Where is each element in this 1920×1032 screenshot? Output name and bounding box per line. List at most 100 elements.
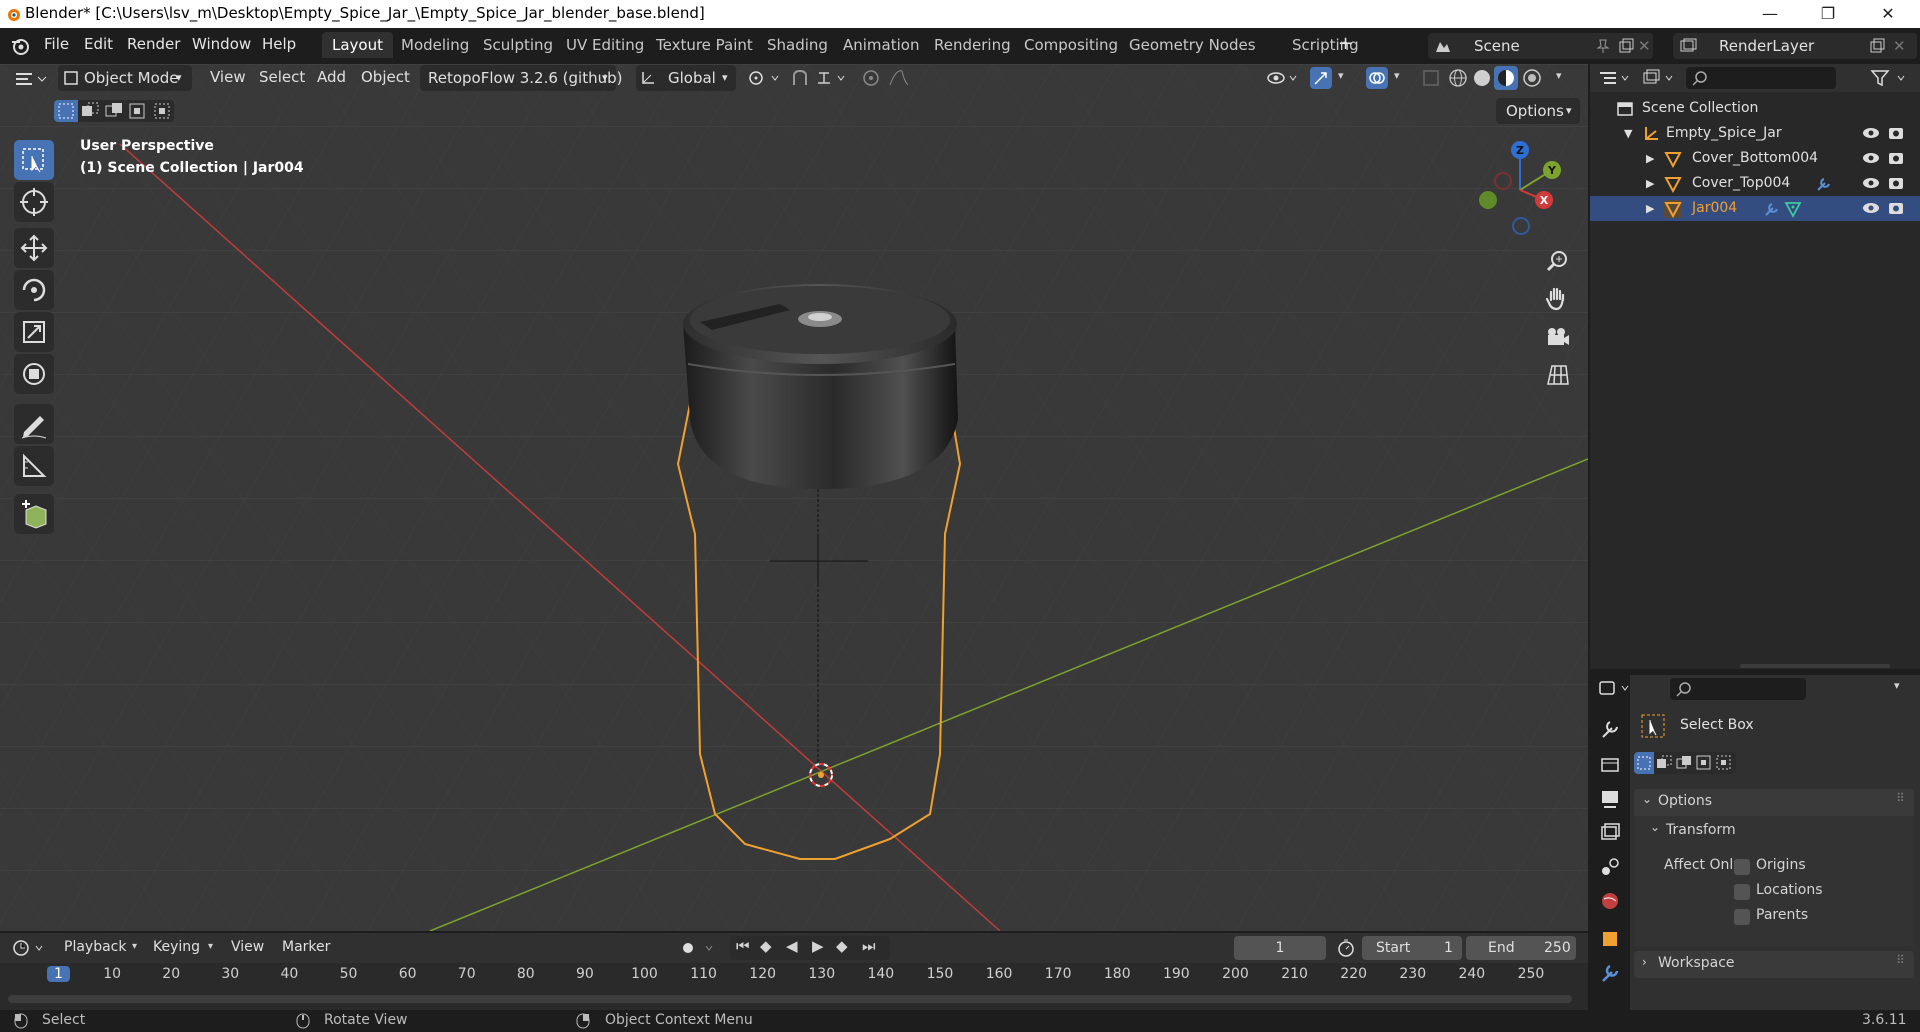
- jump-keyframe-forward-icon[interactable]: ◆: [836, 937, 848, 955]
- select-invert-icon[interactable]: [126, 100, 150, 122]
- expand-arrow-icon[interactable]: ▶: [1646, 171, 1654, 196]
- locations-checkbox[interactable]: [1734, 884, 1750, 900]
- eye-icon[interactable]: [1862, 151, 1880, 165]
- expand-arrow-icon[interactable]: ▶: [1646, 146, 1654, 171]
- object-properties-tab-icon[interactable]: [1596, 925, 1624, 953]
- blender-menu-icon[interactable]: [10, 36, 30, 56]
- eye-icon[interactable]: [1862, 176, 1880, 190]
- collapse-arrow-icon[interactable]: ▼: [1624, 121, 1632, 146]
- gizmo-toggle-button[interactable]: [1310, 67, 1332, 89]
- camera-render-icon[interactable]: [1888, 125, 1904, 141]
- wrench-modifier-icon[interactable]: [1762, 200, 1780, 218]
- xray-icon[interactable]: [1422, 69, 1440, 87]
- outliner-editor-type-icon[interactable]: [1598, 69, 1632, 87]
- delete-view-layer-icon[interactable]: ✕: [1893, 33, 1906, 59]
- timeline-editor-type-icon[interactable]: [12, 939, 48, 957]
- maximize-button[interactable]: ❐: [1800, 0, 1856, 28]
- minimize-button[interactable]: —: [1742, 0, 1798, 28]
- menu-timeline-view[interactable]: View: [231, 939, 264, 955]
- tool-select-box[interactable]: [14, 140, 54, 180]
- editor-type-icon[interactable]: [14, 70, 48, 88]
- outliner-item-cover-bottom[interactable]: ▶ Cover_Bottom004: [1590, 146, 1920, 171]
- select-new-button[interactable]: [1634, 752, 1654, 774]
- tool-rotate[interactable]: [14, 270, 54, 310]
- camera-view-button[interactable]: [1540, 320, 1574, 354]
- jump-to-end-icon[interactable]: ⏭: [862, 937, 876, 955]
- eye-icon[interactable]: [1862, 126, 1880, 140]
- outliner-item-jar[interactable]: ▶ Jar004: [1590, 196, 1920, 221]
- visibility-icon[interactable]: [1266, 69, 1300, 87]
- keyframe-record-icon[interactable]: [678, 939, 718, 957]
- stopwatch-icon[interactable]: [1336, 938, 1356, 958]
- mesh-data-icon[interactable]: [1784, 200, 1802, 218]
- tool-properties-tab-icon[interactable]: [1596, 715, 1624, 743]
- view-layer-selector[interactable]: RenderLayer ✕: [1673, 33, 1917, 59]
- modifier-properties-tab-icon[interactable]: [1596, 959, 1624, 987]
- menu-keying[interactable]: Keying: [153, 939, 200, 955]
- tab-shading[interactable]: Shading: [757, 32, 838, 58]
- snap-icon[interactable]: [790, 69, 810, 87]
- tab-modeling[interactable]: Modeling: [391, 32, 479, 58]
- outliner-item-cover-top[interactable]: ▶ Cover_Top004: [1590, 171, 1920, 196]
- proportional-editing-icon[interactable]: [862, 69, 880, 87]
- select-subtract-icon[interactable]: [102, 100, 126, 122]
- outliner-search-input[interactable]: [1686, 67, 1836, 89]
- retopoflow-menu[interactable]: RetopoFlow 3.2.6 (github) ▾: [420, 65, 623, 91]
- menu-marker[interactable]: Marker: [282, 939, 330, 955]
- tab-compositing[interactable]: Compositing: [1014, 32, 1128, 58]
- camera-render-icon[interactable]: [1888, 175, 1904, 191]
- pivot-point-icon[interactable]: [746, 69, 782, 87]
- snap-target-icon[interactable]: [816, 69, 850, 87]
- scene-properties-tab-icon[interactable]: [1596, 853, 1624, 881]
- timeline-track-area[interactable]: 1 10 20 30 40 50 60 70 80 90 100 110 120 130 140 150 160…: [0, 963, 1588, 1010]
- frame-ruler[interactable]: 1 10 20 30 40 50 60 70 80 90 100 110 120 130 140 150 160…: [0, 963, 1588, 987]
- menu-view[interactable]: View: [210, 68, 246, 86]
- drag-handle-icon[interactable]: ⠿: [1896, 953, 1905, 967]
- tab-layout[interactable]: Layout: [322, 32, 393, 58]
- drag-handle-icon[interactable]: ⠿: [1896, 791, 1905, 805]
- add-workspace-button[interactable]: +: [1338, 33, 1353, 54]
- parents-checkbox[interactable]: [1734, 909, 1750, 925]
- navigation-gizmo[interactable]: Z Y X: [1470, 140, 1570, 240]
- material-preview-button[interactable]: [1494, 66, 1518, 90]
- menu-select[interactable]: Select: [259, 68, 305, 86]
- select-extend-icon[interactable]: [1654, 752, 1674, 774]
- tab-rendering[interactable]: Rendering: [924, 32, 1021, 58]
- falloff-icon[interactable]: [888, 69, 920, 87]
- menu-playback[interactable]: Playback: [64, 939, 126, 955]
- zoom-button[interactable]: [1540, 244, 1574, 278]
- world-properties-tab-icon[interactable]: [1596, 887, 1624, 915]
- tool-add-cube[interactable]: [14, 494, 54, 534]
- properties-editor-type-icon[interactable]: [1598, 679, 1632, 697]
- start-frame-field[interactable]: Start 1: [1362, 936, 1462, 960]
- mode-selector[interactable]: Object Mode ▾: [58, 65, 192, 91]
- expand-arrow-icon[interactable]: ▶: [1646, 196, 1654, 221]
- new-view-layer-icon[interactable]: [1869, 38, 1885, 54]
- play-reverse-icon[interactable]: ◀: [786, 937, 798, 955]
- 3d-viewport[interactable]: Object Mode ▾ View Select Add Object Ret…: [0, 64, 1588, 931]
- timeline-scrollbar[interactable]: [8, 995, 1572, 1003]
- select-subtract-icon[interactable]: [1674, 752, 1694, 774]
- tool-cursor[interactable]: [14, 182, 54, 222]
- chevron-down-icon[interactable]: ▾: [1394, 69, 1400, 82]
- properties-search-input[interactable]: [1670, 678, 1806, 700]
- menu-window[interactable]: Window: [192, 35, 251, 53]
- menu-edit[interactable]: Edit: [84, 35, 113, 53]
- overlay-toggle-button[interactable]: [1366, 67, 1388, 89]
- display-mode-icon[interactable]: [1642, 69, 1676, 87]
- menu-add[interactable]: Add: [317, 68, 346, 86]
- select-intersect-icon[interactable]: [1714, 752, 1734, 774]
- menu-object[interactable]: Object: [361, 68, 410, 86]
- view-layer-properties-tab-icon[interactable]: [1596, 819, 1624, 847]
- transform-orientation-selector[interactable]: Global ▾: [636, 65, 736, 91]
- jar-cap[interactable]: [683, 284, 958, 489]
- outliner-scene-collection[interactable]: Scene Collection: [1590, 96, 1920, 121]
- chevron-down-icon[interactable]: ▾: [1556, 69, 1562, 82]
- pin-icon[interactable]: [1596, 38, 1610, 54]
- solid-shading-icon[interactable]: [1472, 68, 1492, 88]
- output-properties-tab-icon[interactable]: [1596, 785, 1624, 813]
- tool-scale[interactable]: [14, 312, 54, 352]
- wrench-modifier-icon[interactable]: [1814, 175, 1832, 193]
- tab-animation[interactable]: Animation: [833, 32, 929, 58]
- eye-icon[interactable]: [1862, 201, 1880, 215]
